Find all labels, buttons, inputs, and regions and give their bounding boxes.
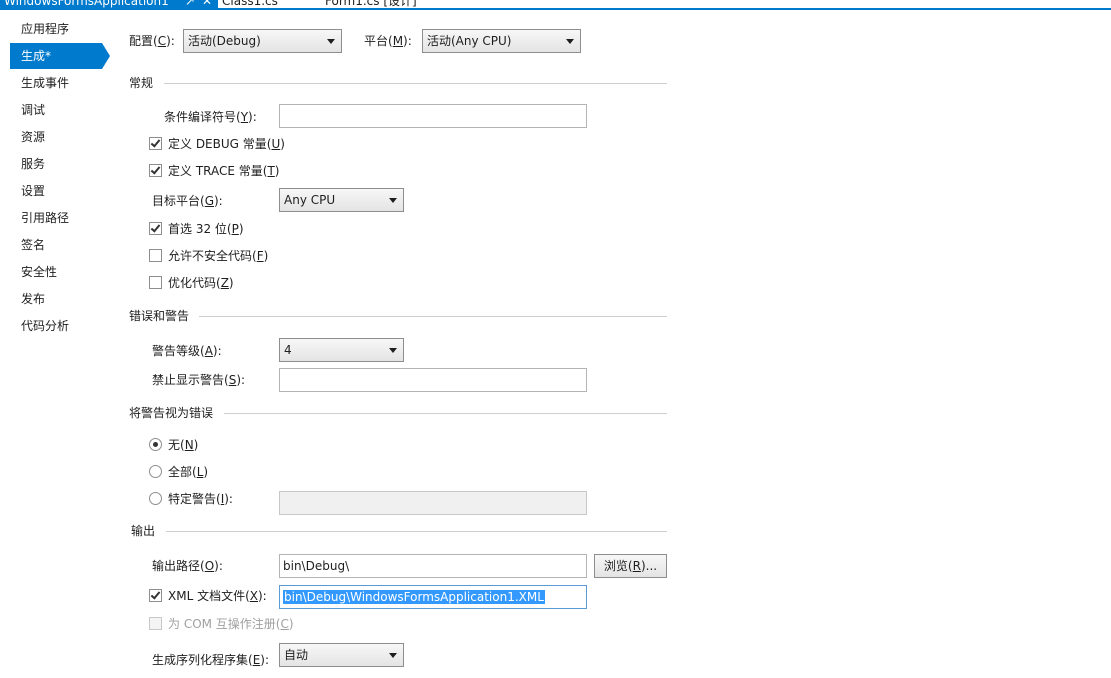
section-divider [224, 413, 667, 414]
sidebar-item-settings[interactable]: 设置 [10, 178, 106, 204]
serialization-label: 生成序列化程序集(E): [152, 653, 270, 667]
close-icon[interactable]: ✕ [202, 0, 212, 8]
browse-button[interactable]: 浏览(R)... [594, 554, 667, 578]
sidebar-item-label: 安全性 [21, 265, 58, 279]
allow-unsafe-checkbox[interactable] [149, 249, 162, 262]
chevron-down-icon [389, 653, 397, 658]
output-path-input[interactable]: bin\Debug\ [279, 554, 587, 578]
section-divider [199, 316, 667, 317]
sidebar-item-signing[interactable]: 签名 [10, 232, 106, 258]
checkmark-icon [150, 589, 161, 600]
com-interop-checkbox[interactable] [149, 617, 162, 630]
section-errors-title: 错误和警告 [129, 309, 190, 323]
com-interop-label: 为 COM 互操作注册(C) [168, 617, 294, 631]
sidebar-item-label: 引用路径 [21, 211, 70, 225]
sidebar-item-label: 生成* [21, 49, 52, 63]
sidebar-item-build[interactable]: 生成* [10, 43, 110, 69]
suppress-warnings-input[interactable] [279, 368, 587, 392]
sidebar-item-code-analysis[interactable]: 代码分析 [10, 313, 106, 339]
platform-target-label: 目标平台(G): [152, 194, 223, 208]
chevron-down-icon [566, 39, 574, 44]
platform-select[interactable]: 活动(Any CPU) [422, 29, 581, 53]
tab-windowsformsapplication1[interactable]: WindowsFormsApplication1 ↗ ✕ [0, 0, 218, 8]
optimize-code-label: 优化代码(Z) [168, 276, 234, 290]
tab-class1-cs[interactable]: Class1.cs [222, 0, 278, 8]
prefer-32bit-label: 首选 32 位(P) [168, 222, 244, 236]
treat-none-label: 无(N) [168, 438, 199, 452]
section-divider [164, 83, 667, 84]
sidebar-item-debug[interactable]: 调试 [10, 97, 106, 123]
sidebar-item-services[interactable]: 服务 [10, 151, 106, 177]
sidebar-item-label: 服务 [21, 157, 46, 171]
config-label: 配置(C): [129, 34, 175, 48]
sidebar-item-build-events[interactable]: 生成事件 [10, 70, 106, 96]
platform-target-value: Any CPU [284, 193, 336, 207]
treat-all-radio[interactable] [149, 465, 162, 478]
suppress-warnings-label: 禁止显示警告(S): [152, 373, 246, 387]
prefer-32bit-checkbox[interactable] [149, 222, 162, 235]
sidebar-item-label: 签名 [21, 238, 46, 252]
selected-text: bin\Debug\WindowsFormsApplication1.XML [283, 590, 545, 604]
specific-warnings-input[interactable] [279, 491, 587, 515]
optimize-code-checkbox[interactable] [149, 276, 162, 289]
sidebar-item-security[interactable]: 安全性 [10, 259, 106, 285]
checkmark-icon [150, 137, 161, 148]
warning-level-value: 4 [284, 343, 292, 357]
tab-label: Class1.cs [222, 0, 278, 8]
xml-doc-checkbox[interactable] [149, 589, 162, 602]
warning-level-select[interactable]: 4 [279, 338, 404, 362]
section-general-title: 常规 [129, 76, 154, 90]
chevron-down-icon [327, 39, 335, 44]
platform-target-select[interactable]: Any CPU [279, 188, 404, 212]
sidebar-item-label: 设置 [21, 184, 46, 198]
serialization-value: 自动 [284, 648, 309, 662]
sidebar-item-label: 应用程序 [21, 22, 70, 36]
document-tab-strip: WindowsFormsApplication1 ↗ ✕ Class1.cs F… [0, 0, 1111, 10]
define-trace-checkbox[interactable] [149, 164, 162, 177]
treat-specific-radio[interactable] [149, 492, 162, 505]
xml-doc-input[interactable]: bin\Debug\WindowsFormsApplication1.XML [279, 585, 587, 609]
sidebar-item-label: 代码分析 [21, 319, 70, 333]
sidebar-item-label: 资源 [21, 130, 46, 144]
platform-label: 平台(M): [364, 34, 412, 48]
sidebar-item-publish[interactable]: 发布 [10, 286, 106, 312]
checkmark-icon [150, 164, 161, 175]
define-debug-label: 定义 DEBUG 常量(U) [168, 137, 285, 151]
define-debug-checkbox[interactable] [149, 137, 162, 150]
tab-form1-cs-design[interactable]: Form1.cs [设计] [325, 0, 417, 8]
treat-none-radio[interactable] [149, 438, 162, 451]
sidebar-item-reference-paths[interactable]: 引用路径 [10, 205, 106, 231]
config-value: 活动(Debug) [188, 34, 261, 48]
checkmark-icon [150, 222, 161, 233]
define-trace-label: 定义 TRACE 常量(T) [168, 164, 280, 178]
treat-specific-label: 特定警告(I): [168, 492, 233, 506]
serialization-select[interactable]: 自动 [279, 643, 404, 667]
sidebar-item-label: 调试 [21, 103, 46, 117]
allow-unsafe-label: 允许不安全代码(F) [168, 249, 269, 263]
section-treat-warnings-title: 将警告视为错误 [129, 406, 214, 420]
warning-level-label: 警告等级(A): [152, 344, 222, 358]
sidebar-item-resources[interactable]: 资源 [10, 124, 106, 150]
chevron-down-icon [389, 198, 397, 203]
platform-value: 活动(Any CPU) [427, 34, 512, 48]
section-divider [166, 531, 667, 532]
sidebar-item-label: 发布 [21, 292, 46, 306]
config-select[interactable]: 活动(Debug) [183, 29, 342, 53]
tab-label: WindowsFormsApplication1 [4, 0, 169, 8]
tab-label: Form1.cs [设计] [325, 0, 417, 8]
pin-icon[interactable]: ↗ [185, 0, 195, 8]
sidebar-item-label: 生成事件 [21, 76, 70, 90]
sidebar-item-application[interactable]: 应用程序 [10, 16, 106, 42]
section-output-title: 输出 [131, 524, 156, 538]
output-path-label: 输出路径(O): [152, 559, 223, 573]
xml-doc-label: XML 文档文件(X): [168, 589, 267, 603]
conditional-symbols-input[interactable] [279, 104, 587, 128]
radio-dot-icon [153, 442, 158, 447]
conditional-symbols-label: 条件编译符号(Y): [164, 110, 257, 124]
chevron-down-icon [389, 348, 397, 353]
treat-all-label: 全部(L) [168, 465, 209, 479]
